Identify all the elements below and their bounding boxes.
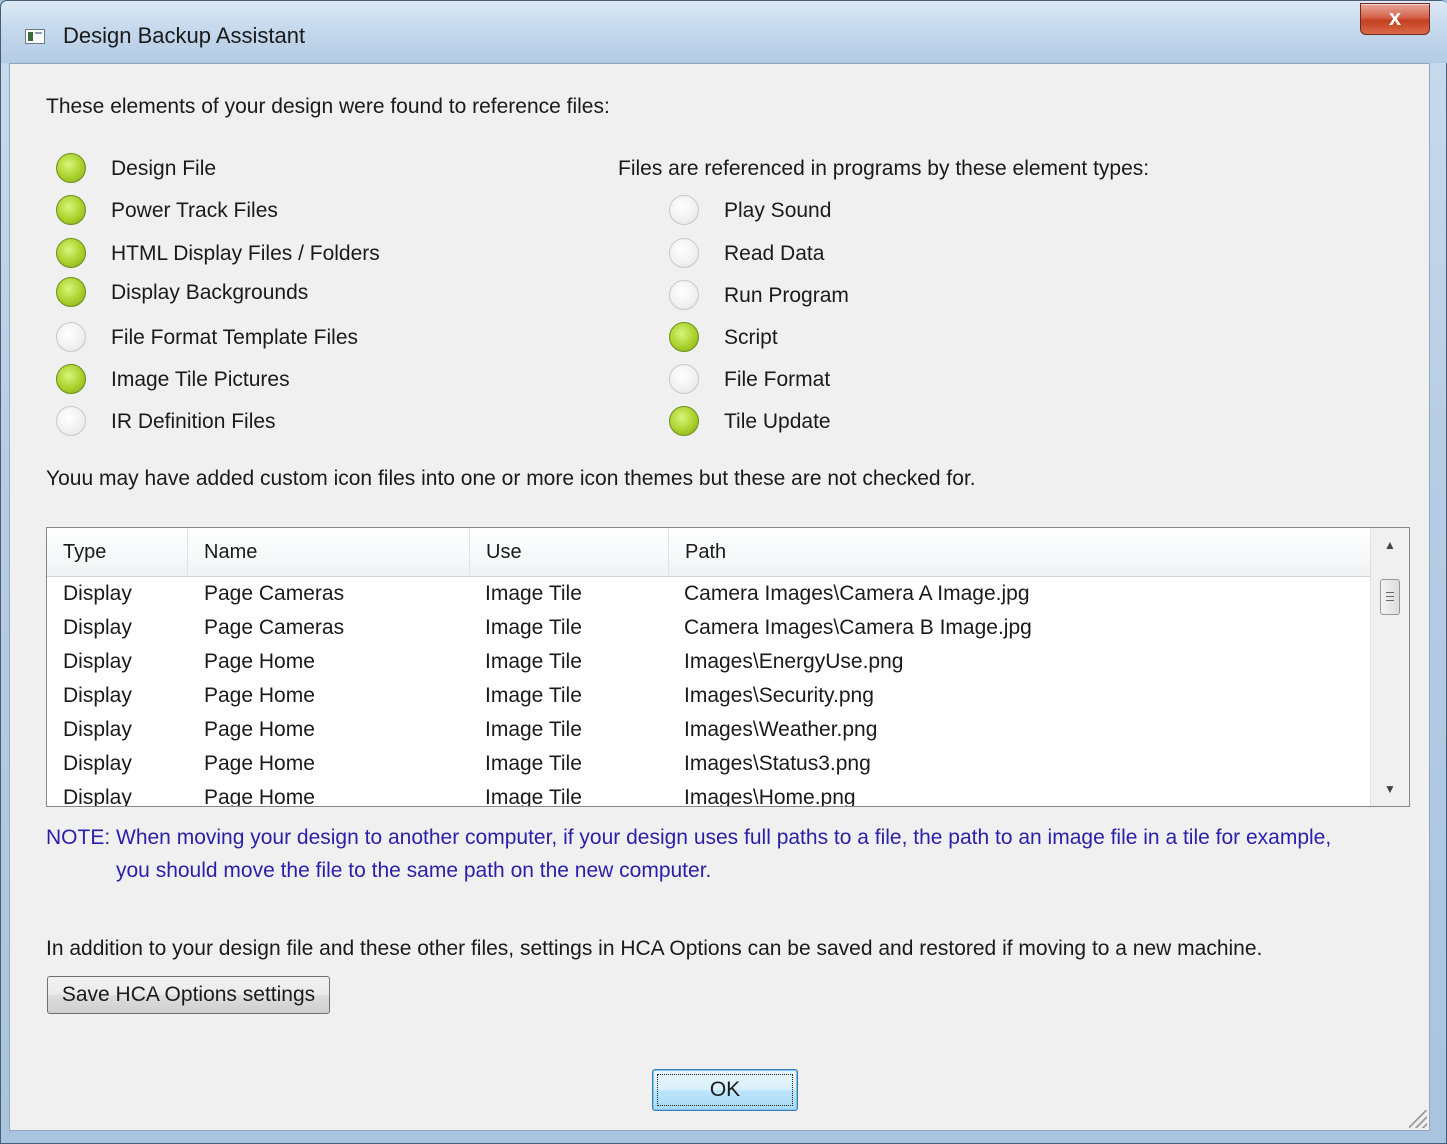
- design-element-label: IR Definition Files: [111, 410, 276, 433]
- dialog-client-area: These elements of your design were found…: [9, 63, 1430, 1131]
- note-line-2: you should move the file to the same pat…: [116, 859, 712, 882]
- design-element-label: Design File: [111, 157, 217, 180]
- design-element-label: File Format Template Files: [111, 326, 359, 349]
- table-cell-type: Display: [63, 718, 132, 741]
- close-button[interactable]: x: [1360, 3, 1430, 35]
- table-cell-name: Page Home: [204, 786, 315, 807]
- table-row[interactable]: Display Page Cameras Image Tile Camera Imag…: [47, 577, 1372, 611]
- table-cell-type: Display: [63, 582, 132, 605]
- program-element-indicator-icon: [669, 280, 699, 310]
- referenced-files-listview[interactable]: Type Name Use Path Display Page Cameras Im…: [46, 527, 1410, 807]
- intro-text: These elements of your design were found…: [46, 95, 610, 118]
- scroll-up-arrow-icon[interactable]: ▲: [1371, 528, 1409, 562]
- scrollbar-thumb[interactable]: [1380, 579, 1400, 615]
- dialog-window: Design Backup Assistant x These elements…: [0, 0, 1447, 1144]
- hca-options-text: In addition to your design file and thes…: [46, 937, 1263, 960]
- ok-button[interactable]: OK: [652, 1069, 798, 1111]
- table-cell-use: Image Tile: [485, 718, 582, 741]
- vertical-scrollbar[interactable]: ▲ ▼: [1370, 528, 1409, 806]
- program-element-indicator-icon: [669, 195, 699, 225]
- column-header-name[interactable]: Name: [188, 528, 470, 576]
- list-header: Type Name Use Path: [47, 528, 1372, 577]
- table-cell-path: Images\Weather.png: [684, 718, 878, 741]
- table-cell-use: Image Tile: [485, 752, 582, 775]
- table-row[interactable]: Display Page Home Image Tile Images\EnergyU…: [47, 645, 1372, 679]
- table-cell-use: Image Tile: [485, 582, 582, 605]
- design-element-indicator-icon: [56, 277, 86, 307]
- table-row[interactable]: Display Page Home Image Tile Images\Securit…: [47, 679, 1372, 713]
- column-header-path[interactable]: Path: [669, 528, 1372, 576]
- design-element-indicator-icon: [56, 322, 86, 352]
- table-cell-type: Display: [63, 752, 132, 775]
- program-element-label: Run Program: [724, 284, 849, 307]
- column-header-type[interactable]: Type: [47, 528, 188, 576]
- table-cell-path: Images\EnergyUse.png: [684, 650, 904, 673]
- table-cell-path: Images\Security.png: [684, 684, 874, 707]
- table-row[interactable]: Display Page Home Image Tile Images\Status3…: [47, 747, 1372, 781]
- window-title: Design Backup Assistant: [63, 23, 306, 48]
- program-element-label: Read Data: [724, 242, 825, 265]
- program-element-label: Play Sound: [724, 199, 832, 222]
- table-cell-use: Image Tile: [485, 786, 582, 807]
- program-element-indicator-icon: [669, 364, 699, 394]
- program-element-label: Script: [724, 326, 778, 349]
- design-element-label: HTML Display Files / Folders: [111, 242, 380, 265]
- table-cell-name: Page Home: [204, 752, 315, 775]
- table-row[interactable]: Display Page Cameras Image Tile Camera Imag…: [47, 611, 1372, 645]
- scroll-down-arrow-icon[interactable]: ▼: [1371, 772, 1409, 806]
- program-elements-heading: Files are referenced in programs by thes…: [618, 157, 1150, 180]
- column-header-use[interactable]: Use: [470, 528, 669, 576]
- focus-rectangle: [657, 1074, 793, 1106]
- table-cell-name: Page Cameras: [204, 582, 345, 605]
- note-line-1: NOTE: When moving your design to another…: [46, 826, 1332, 849]
- program-element-indicator-icon: [669, 406, 699, 436]
- table-cell-name: Page Home: [204, 684, 315, 707]
- program-element-indicator-icon: [669, 238, 699, 268]
- table-cell-use: Image Tile: [485, 650, 582, 673]
- design-element-indicator-icon: [56, 364, 86, 394]
- design-element-label: Display Backgrounds: [111, 281, 309, 304]
- table-row[interactable]: Display Page Home Image Tile Images\Weather…: [47, 713, 1372, 747]
- design-element-label: Power Track Files: [111, 199, 278, 222]
- program-element-label: File Format: [724, 368, 831, 391]
- table-cell-path: Images\Status3.png: [684, 752, 871, 775]
- save-hca-options-button[interactable]: Save HCA Options settings: [47, 976, 330, 1014]
- table-cell-name: Page Home: [204, 650, 315, 673]
- icon-themes-note: Youu may have added custom icon files in…: [46, 467, 976, 490]
- table-cell-type: Display: [63, 684, 132, 707]
- table-cell-path: Images\Home.png: [684, 786, 856, 807]
- table-cell-use: Image Tile: [485, 616, 582, 639]
- design-element-label: Image Tile Pictures: [111, 368, 290, 391]
- table-cell-path: Camera Images\Camera B Image.jpg: [684, 616, 1032, 639]
- table-cell-type: Display: [63, 616, 132, 639]
- design-element-indicator-icon: [56, 406, 86, 436]
- table-cell-path: Camera Images\Camera A Image.jpg: [684, 582, 1030, 605]
- table-cell-type: Display: [63, 786, 132, 807]
- title-bar[interactable]: Design Backup Assistant x: [1, 1, 1447, 63]
- list-rows: Display Page Cameras Image Tile Camera Imag…: [47, 577, 1372, 807]
- program-element-label: Tile Update: [724, 410, 831, 433]
- program-element-indicator-icon: [669, 322, 699, 352]
- design-element-indicator-icon: [56, 238, 86, 268]
- table-cell-name: Page Cameras: [204, 616, 345, 639]
- design-element-indicator-icon: [56, 153, 86, 183]
- resize-grip-icon[interactable]: [1409, 1110, 1427, 1128]
- table-row[interactable]: Display Page Home Image Tile Images\Home.pn…: [47, 781, 1372, 807]
- table-cell-type: Display: [63, 650, 132, 673]
- design-element-indicator-icon: [56, 195, 86, 225]
- table-cell-use: Image Tile: [485, 684, 582, 707]
- table-cell-name: Page Home: [204, 718, 315, 741]
- app-icon: [25, 29, 45, 44]
